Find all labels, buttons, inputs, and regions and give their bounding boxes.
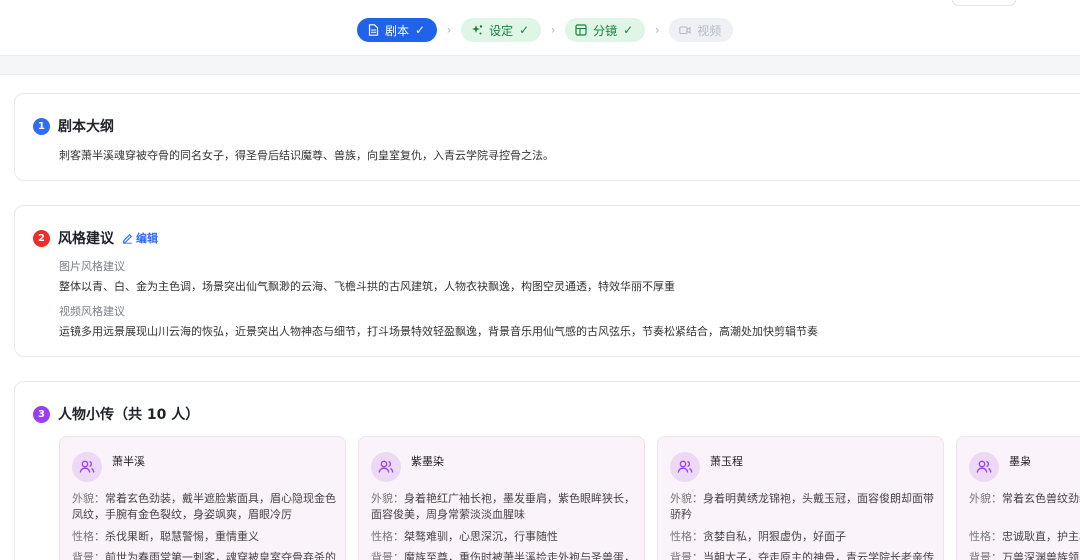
step-setting[interactable]: 设定 ✓ <box>461 18 542 42</box>
outline-text: 刺客萧半溪魂穿被夺骨的同名女子，得圣骨后结识魔尊、兽族，向皇室复仇，入青云学院寻… <box>59 149 554 162</box>
step-video-label: 视频 <box>697 23 722 38</box>
character-appearance: 外貌：常着玄色兽纹劲装，兽瞳冷冽，气势慑人 <box>969 492 1080 505</box>
document-icon <box>367 24 379 36</box>
character-card[interactable]: 萧半溪 外貌：常着玄色劲装，戴半遮脸紫面具，眉心隐现金色凤纹，手腕有金色裂纹，身… <box>59 436 346 560</box>
video-icon <box>679 24 691 36</box>
check-icon: ✓ <box>519 23 530 37</box>
image-style-label: 图片风格建议 <box>59 260 125 273</box>
character-card[interactable]: 萧玉程 外貌：身着明黄绣龙锦袍，头戴玉冠，面容俊朗却面带骄矜 性格：贪婪自私，阴… <box>657 436 944 560</box>
sparkle-icon <box>471 24 483 36</box>
step-setting-label: 设定 <box>489 23 514 38</box>
step-storyboard[interactable]: 分镜 ✓ <box>565 18 646 42</box>
step-script-label: 剧本 <box>385 23 410 38</box>
character-personality: 性格：杀伐果断，聪慧警惕，重情重义 <box>72 530 259 543</box>
character-personality: 性格：桀骜难驯，心思深沉，行事随性 <box>371 530 558 543</box>
characters-card: 3 人物小传（共 10 人） 萧半溪 外貌：常着玄色劲装，戴半遮脸紫面具，眉心隐… <box>14 381 1080 560</box>
character-appearance: 外貌：常着玄色劲装，戴半遮脸紫面具，眉心隐现金色凤纹，手腕有金色裂纹，身姿飒爽，… <box>72 492 336 521</box>
image-style-text: 整体以青、白、金为主色调，场景突出仙气飘渺的云海、飞檐斗拱的古风建筑，人物衣袂飘… <box>59 280 675 293</box>
chevron-right-icon: › <box>550 23 556 37</box>
step-storyboard-label: 分镜 <box>593 23 618 38</box>
style-heading: 2 风格建议 编辑 <box>33 228 158 248</box>
character-name: 紫墨染 <box>411 455 444 468</box>
outline-card: 1 剧本大纲 刺客萧半溪魂穿被夺骨的同名女子，得圣骨后结识魔尊、兽族，向皇室复仇… <box>14 93 1080 181</box>
workflow-steps: 剧本 ✓ › 设定 ✓ › 分镜 ✓ › 视频 <box>357 18 734 42</box>
edit-button[interactable]: 编辑 <box>122 230 158 246</box>
outline-heading: 1 剧本大纲 <box>33 116 114 136</box>
users-icon <box>72 452 102 482</box>
characters-heading: 3 人物小传（共 10 人） <box>33 404 199 424</box>
section-number: 1 <box>33 117 50 135</box>
character-background: 背景：万兽深渊兽族领主 <box>969 551 1080 560</box>
top-right-button[interactable] <box>952 0 1016 6</box>
character-background: 背景：魔族至尊，重伤时被萧半溪捡走外袍与圣兽蛋， <box>371 551 635 560</box>
step-script[interactable]: 剧本 ✓ <box>357 18 438 42</box>
character-background: 背景：前世为春雨堂第一刺客，魂穿被皇室夺骨弃杀的 <box>72 551 336 560</box>
storyboard-icon <box>575 24 587 36</box>
character-personality: 性格：贪婪自私，阴狠虚伪，好面子 <box>670 530 846 543</box>
section-number: 2 <box>33 229 50 247</box>
check-icon: ✓ <box>415 23 426 37</box>
character-card[interactable]: 紫墨染 外貌：身着艳红广袖长袍，墨发垂肩，紫色眼眸狭长，面容俊美，周身常萦淡淡血… <box>358 436 645 560</box>
section-number: 3 <box>33 405 50 423</box>
character-name: 墨枭 <box>1009 455 1031 468</box>
characters-title: 人物小传（共 10 人） <box>58 407 200 423</box>
video-style-text: 运镜多用远景展现山川云海的恢弘，近景突出人物神态与细节，打斗场景特效轻盈飘逸，背… <box>59 325 818 338</box>
video-style-label: 视频风格建议 <box>59 305 125 318</box>
outline-title: 剧本大纲 <box>58 119 114 135</box>
users-icon <box>670 452 700 482</box>
character-background: 背景：当朝太子，夺走原主的神骨，青云学院长老亲传 <box>670 551 934 560</box>
pencil-icon <box>122 233 133 244</box>
chevron-right-icon: › <box>654 23 660 37</box>
character-card[interactable]: 墨枭 外貌：常着玄色兽纹劲装，兽瞳冷冽，气势慑人 性格：忠诚耿直，护主心切 背景… <box>956 436 1080 560</box>
character-personality: 性格：忠诚耿直，护主心切 <box>969 530 1080 543</box>
check-icon: ✓ <box>623 23 634 37</box>
style-title: 风格建议 <box>58 231 114 247</box>
character-name: 萧玉程 <box>710 455 743 468</box>
users-icon <box>371 452 401 482</box>
edit-label: 编辑 <box>136 232 158 245</box>
chevron-right-icon: › <box>446 23 452 37</box>
character-appearance: 外貌：身着明黄绣龙锦袍，头戴玉冠，面容俊朗却面带骄矜 <box>670 492 934 521</box>
style-card: 2 风格建议 编辑 图片风格建议 整体以青、白、金为主色调，场景突出仙气飘渺的云… <box>14 205 1080 357</box>
step-video[interactable]: 视频 <box>669 18 734 42</box>
character-name: 萧半溪 <box>112 455 145 468</box>
character-appearance: 外貌：身着艳红广袖长袍，墨发垂肩，紫色眼眸狭长，面容俊美，周身常萦淡淡血腥味 <box>371 492 635 521</box>
top-bar: 剧本 ✓ › 设定 ✓ › 分镜 ✓ › 视频 <box>0 0 1080 56</box>
users-icon <box>969 452 999 482</box>
